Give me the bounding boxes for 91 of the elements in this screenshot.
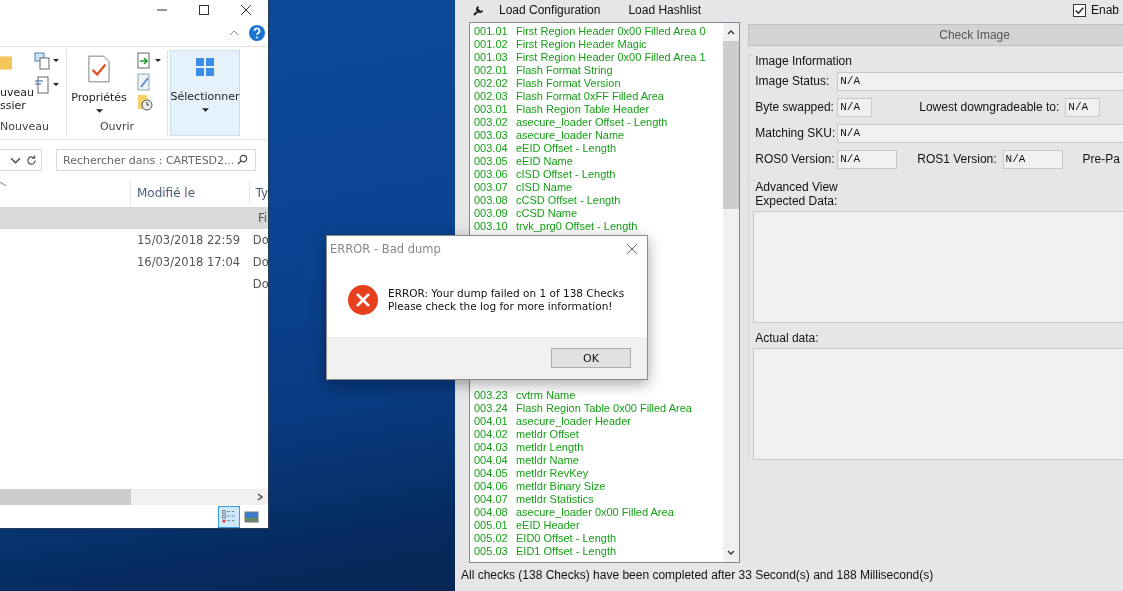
field-label: ROS0 Version: — [755, 152, 832, 166]
file-row[interactable]: Fi — [0, 207, 268, 229]
check-item[interactable]: 004.05 metldr RevKey — [474, 467, 724, 480]
check-item[interactable]: 003.09 cCSD Name — [474, 207, 724, 220]
field-label: Pre-Pa — [1082, 152, 1120, 166]
scroll-up-icon[interactable] — [727, 29, 736, 35]
scroll-down-icon[interactable] — [727, 550, 736, 556]
error-message: ERROR: Your dump failed on 1 of 138 Checks Please check the log for more information! — [388, 286, 625, 313]
check-item[interactable]: 005.03 EID1 Offset - Length — [474, 545, 724, 558]
copy-icon[interactable] — [33, 52, 59, 70]
checkbox[interactable] — [1072, 3, 1086, 17]
caret-icon — [95, 109, 103, 113]
check-item[interactable]: 003.04 eEID Offset - Length — [474, 142, 724, 155]
check-item[interactable]: 004.06 metldr Binary Size — [474, 480, 724, 493]
file-row[interactable]: 16/03/2018 17:04 Do — [0, 251, 268, 273]
scrollbar-thumb[interactable] — [723, 41, 740, 209]
check-item[interactable]: 003.02 asecure_loader Offset - Length — [474, 116, 724, 129]
toolbar-button[interactable]: Load Hashlist — [628, 3, 702, 17]
group-title: Image Information — [755, 54, 1123, 68]
field-label: Lowest downgradeable to: — [919, 100, 1060, 114]
check-item[interactable]: 001.01 First Region Header 0x00 Filled Area 0 — [474, 25, 724, 38]
field-label: Byte swapped: — [755, 100, 832, 114]
check-item[interactable]: 002.02 Flash Format Version — [474, 77, 724, 90]
refresh-icon[interactable] — [26, 154, 37, 166]
value-field: N/A — [1002, 149, 1063, 169]
column-header[interactable]: Modifié le — [130, 186, 249, 200]
check-item[interactable]: 003.05 eEID Name — [474, 155, 724, 168]
field-label: Expected Data: — [755, 194, 839, 208]
wrench-icon — [473, 4, 484, 16]
field-label: ROS1 Version: — [917, 152, 997, 166]
value-field: N/A — [837, 71, 1123, 91]
properties-button[interactable]: Propriétés — [67, 50, 131, 120]
check-item[interactable]: 003.07 cISD Name — [474, 181, 724, 194]
close-icon[interactable] — [241, 5, 251, 15]
check-item[interactable]: 003.06 cISD Offset - Length — [474, 168, 724, 181]
toolbar-button[interactable]: Load Configuration — [499, 3, 601, 17]
collapse-icon[interactable] — [229, 30, 239, 36]
check-item[interactable]: 003.10 trvk_prg0 Offset - Length — [474, 220, 724, 233]
check-item[interactable]: 004.04 metldr Name — [474, 454, 724, 467]
check-item[interactable]: 002.03 Flash Format 0xFF Filled Area — [474, 90, 724, 103]
scroll-right-icon[interactable] — [257, 493, 263, 501]
field-label: Actual data: — [755, 331, 820, 345]
check-item[interactable]: 003.08 cCSD Offset - Length — [474, 194, 724, 207]
value-field: N/A — [837, 123, 1123, 143]
file-row[interactable]: 15/03/2018 22:59 Do — [0, 229, 268, 251]
file-row[interactable]: Do — [0, 273, 268, 295]
check-item[interactable]: 003.23 cvtrm Name — [474, 389, 724, 402]
help-icon[interactable] — [249, 25, 265, 41]
field-label: Image Status: — [755, 74, 831, 88]
check-item[interactable]: 002.01 Flash Format String — [474, 64, 724, 77]
check-item[interactable]: 001.03 First Region Header 0x00 Filled Area 1 — [474, 51, 724, 64]
check-item[interactable]: 003.01 Flash Region Table Header — [474, 103, 724, 116]
address-bar[interactable] — [0, 149, 42, 171]
dialog-title: ERROR - Bad dump — [330, 242, 441, 256]
check-item[interactable]: 005.01 eEID Header — [474, 519, 724, 532]
check-image-button[interactable]: Check Image — [748, 24, 1123, 46]
expected-data-field[interactable] — [753, 211, 1123, 323]
scrollbar-thumb[interactable] — [0, 489, 131, 505]
new-item-icon[interactable] — [33, 76, 59, 94]
check-item[interactable]: 005.02 EID0 Offset - Length — [474, 532, 724, 545]
status-text: All checks (138 Checks) have been completed after 33 Second(s) and 188 Millisecond(s) — [460, 568, 935, 582]
check-item[interactable]: 004.02 metldr Offset — [474, 428, 724, 441]
value-field: N/A — [837, 97, 873, 117]
check-item[interactable]: 004.03 metldr Length — [474, 441, 724, 454]
group-label: Ouvrir — [98, 120, 136, 135]
close-icon[interactable] — [627, 244, 637, 254]
column-header[interactable]: Ty — [249, 186, 268, 200]
check-item[interactable]: 004.01 asecure_loader Header — [474, 415, 724, 428]
details-view-icon[interactable] — [218, 505, 240, 528]
group-label: Nouveau — [0, 120, 50, 135]
search-icon[interactable] — [237, 154, 248, 165]
check-item[interactable]: 004.08 asecure_loader 0x00 Filled Area — [474, 506, 724, 519]
caret-icon — [201, 108, 209, 112]
ok-button[interactable]: OK — [551, 348, 631, 368]
actual-data-field[interactable] — [753, 348, 1123, 460]
check-item[interactable]: 004.07 metldr Statistics — [474, 493, 724, 506]
error-icon — [348, 284, 378, 315]
group-title: Advanced View — [755, 180, 1123, 194]
open-file-icon[interactable] — [135, 52, 161, 70]
option-checkbox[interactable]: Enab — [1072, 3, 1119, 17]
maximize-icon[interactable] — [199, 5, 209, 15]
check-item[interactable]: 003.03 asecure_loader Name — [474, 129, 724, 142]
grid-icon — [196, 58, 214, 76]
checked-document-icon — [88, 55, 110, 83]
check-item[interactable]: 001.02 First Region Header Magic — [474, 38, 724, 51]
thumbnail-view-icon[interactable] — [244, 509, 260, 524]
value-field: N/A — [837, 149, 898, 169]
search-field[interactable]: Rechercher dans : CARTESD2... — [56, 149, 256, 171]
check-item[interactable]: 003.24 Flash Region Table 0x00 Filled Area — [474, 402, 724, 415]
value-field: N/A — [1065, 97, 1101, 117]
select-button[interactable]: Sélectionner — [170, 50, 240, 136]
